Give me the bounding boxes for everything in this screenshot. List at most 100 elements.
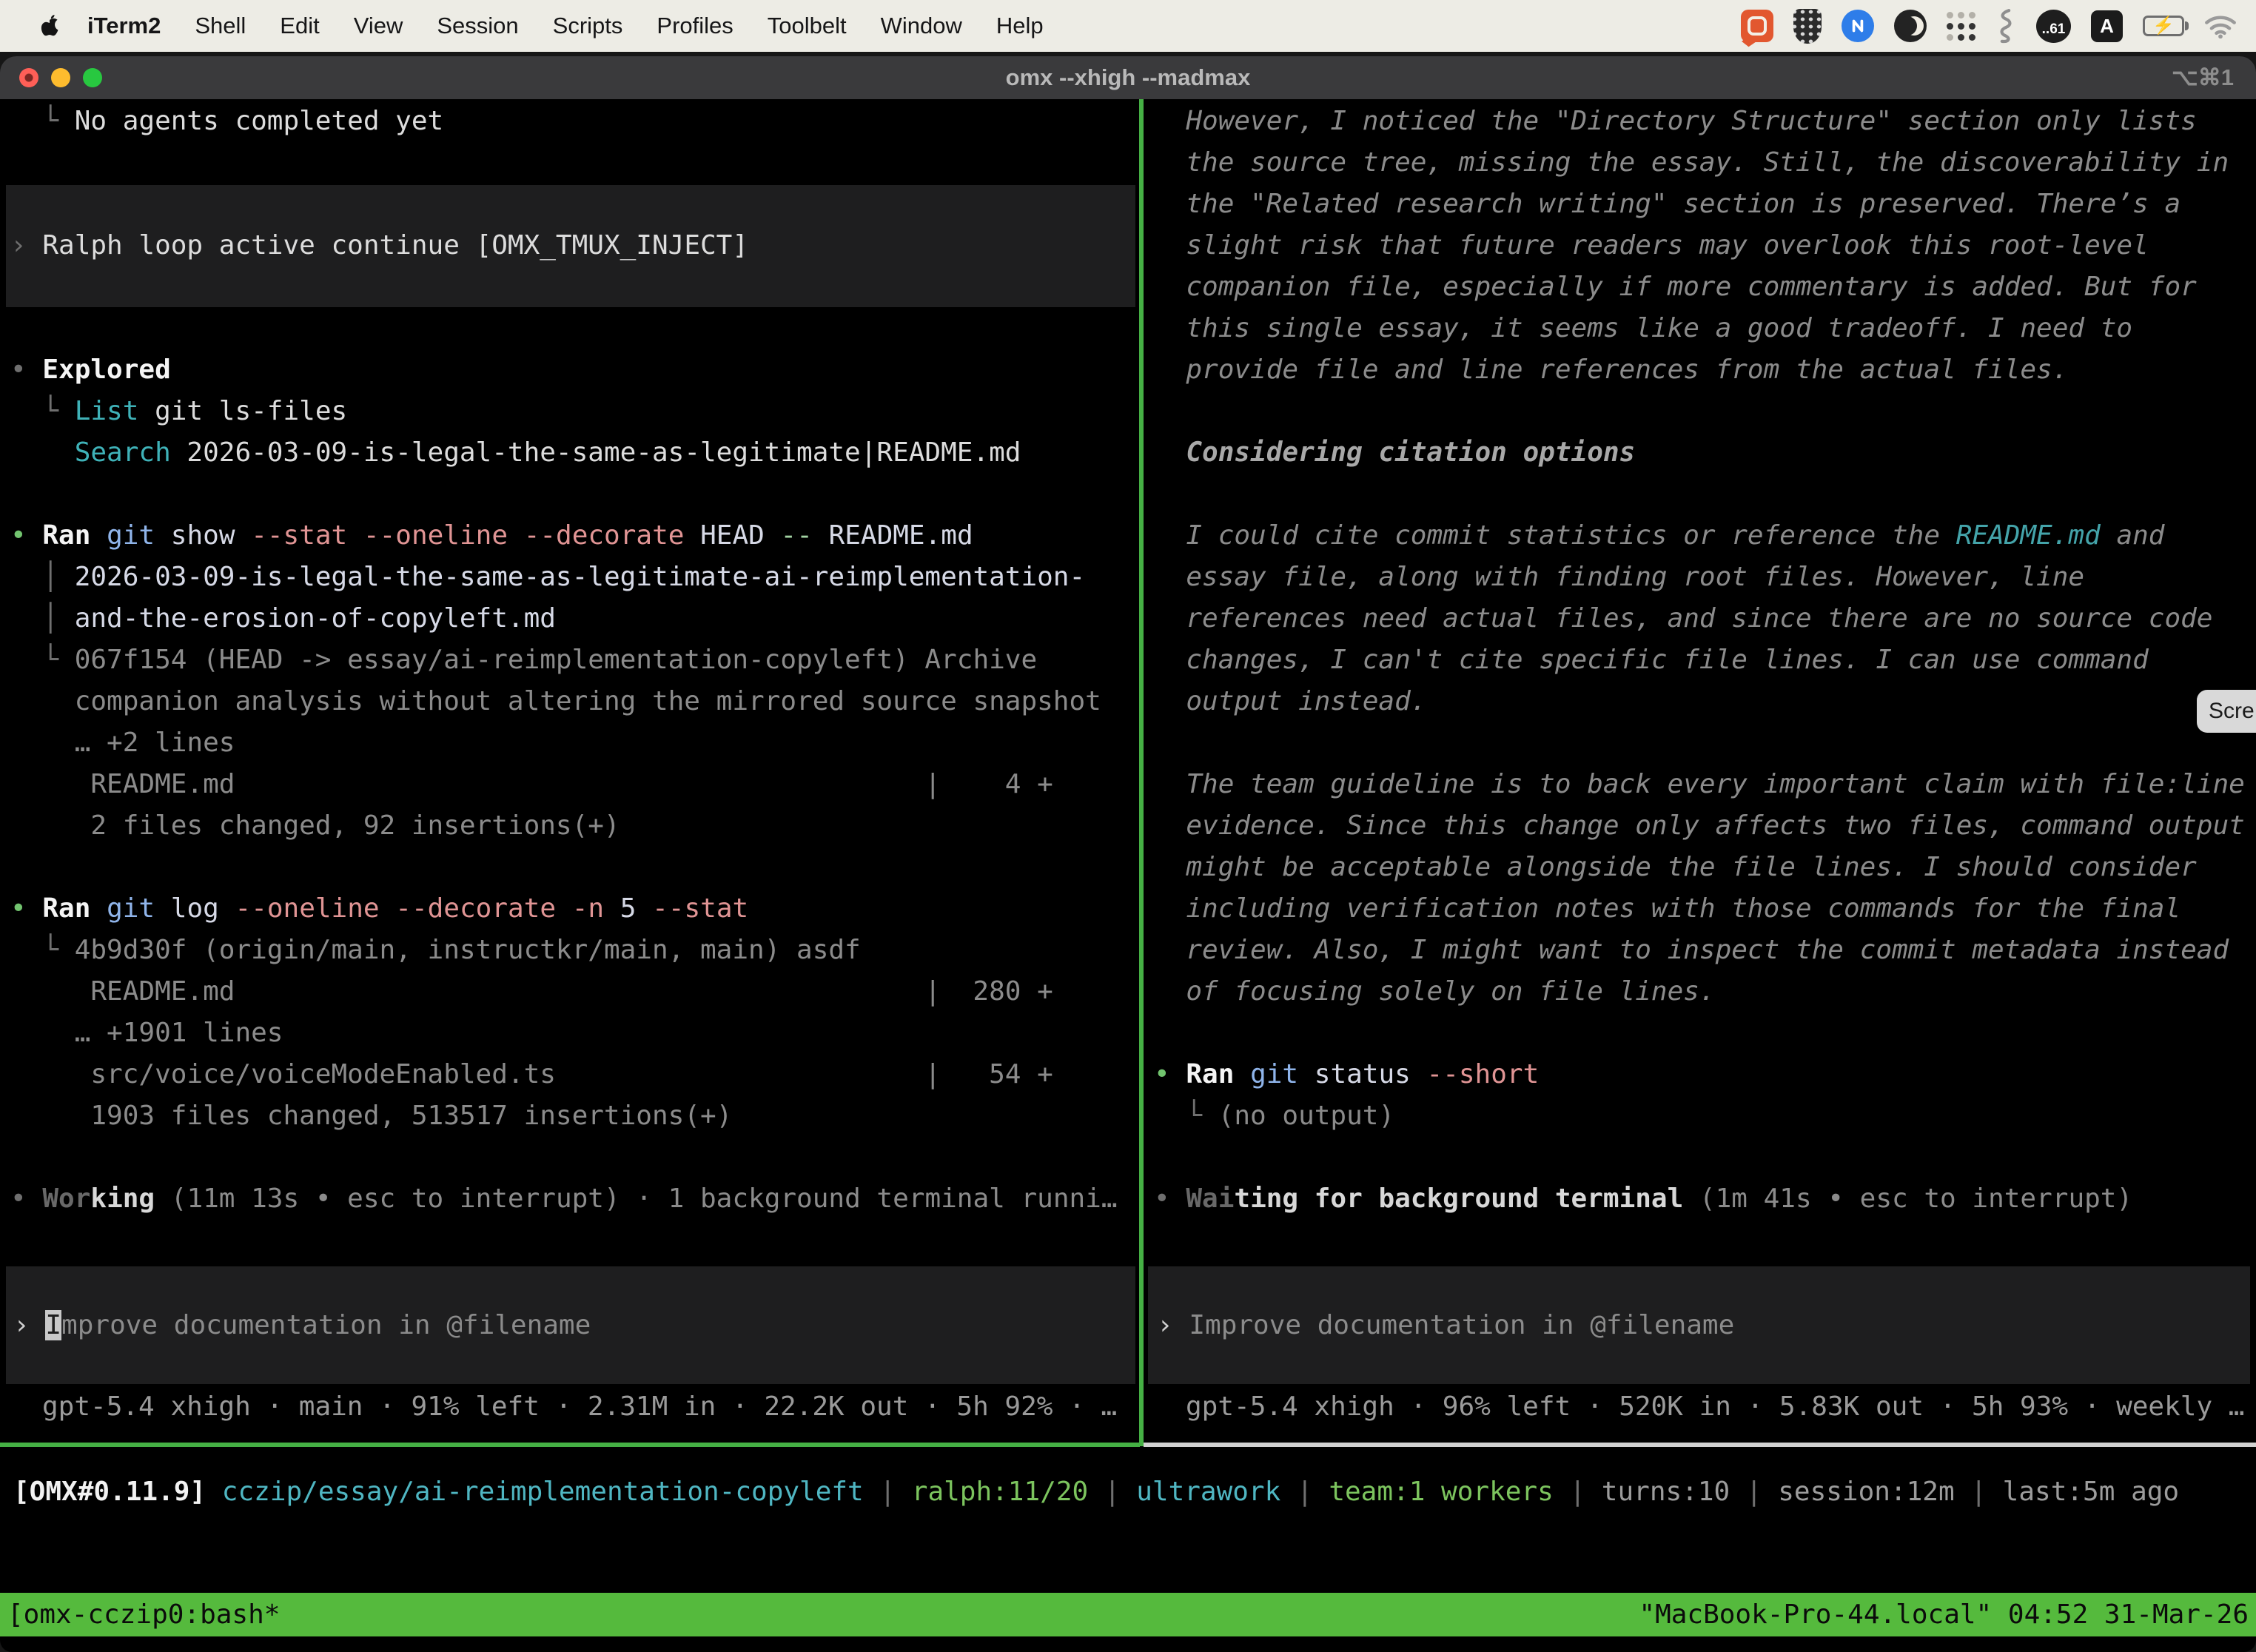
menu-item-session[interactable]: Session (420, 13, 535, 39)
pane-bottom-border-right (1144, 1443, 2256, 1447)
omx-status-segment: turns:10 (1602, 1477, 1730, 1507)
terminal-line: companion analysis without altering the … (10, 681, 1140, 722)
terminal-line: src/voice/voiceModeEnabled.ts | 54 + (10, 1054, 1140, 1095)
menu-bar: iTerm2ShellEditViewSessionScriptsProfile… (0, 0, 2256, 52)
keyboard-layout-icon[interactable]: A (2091, 8, 2123, 44)
prompt-chevron: › (13, 1310, 45, 1340)
omx-status-segment: [OMX#0.11.9] (13, 1477, 206, 1507)
battery-icon[interactable]: ⚡ (2143, 8, 2184, 44)
badge-61-label: ..61 (2036, 10, 2071, 43)
model-status-right: gpt-5.4 xhigh · 96% left · 520K in · 5.8… (1186, 1386, 2244, 1428)
tmux-window-tab[interactable]: [omx-cczip0:bash* (7, 1593, 280, 1636)
omx-status-segment: ultrawork (1136, 1477, 1280, 1507)
menu-item-help[interactable]: Help (979, 13, 1061, 39)
terminal-line: references need actual files, and since … (1154, 598, 2256, 639)
title-bar: omx --xhigh --madmax ⌥⌘1 (0, 56, 2256, 99)
menu-item-toolbelt[interactable]: Toolbelt (751, 13, 864, 39)
hex-badge-icon[interactable] (1842, 8, 1874, 44)
terminal-line: Considering citation options (1154, 432, 2256, 474)
terminal-line: including verification notes with those … (1154, 888, 2256, 930)
prompt-line-right[interactable]: › Improve documentation in @filename (1157, 1305, 1734, 1346)
screen-sharing-overlay-label: Scre (2209, 699, 2255, 724)
terminal-line: evidence. Since this change only affects… (1154, 805, 2256, 847)
squiggle-icon[interactable] (1995, 8, 2016, 44)
terminal-line: └ List git ls-files (10, 391, 1140, 432)
terminal-line: └ 067f154 (HEAD -> essay/ai-reimplementa… (10, 639, 1140, 681)
menu-item-iterm2[interactable]: iTerm2 (61, 13, 178, 39)
terminal-line: • Explored (10, 349, 1140, 391)
terminal-line: might be acceptable alongside the file l… (1154, 847, 2256, 888)
terminal-line: └ (no output) (1154, 1095, 2256, 1137)
omx-status-segment: | (1088, 1477, 1136, 1507)
terminal-pane-left[interactable]: › Improve documentation in @filename gpt… (0, 99, 1140, 1443)
apple-menu-icon[interactable] (38, 13, 61, 39)
terminal-line: │ and-the-erosion-of-copyleft.md (10, 598, 1140, 639)
terminal-line: Search 2026-03-09-is-legal-the-same-as-l… (10, 432, 1140, 474)
terminal-line: └ No agents completed yet (10, 101, 1140, 142)
terminal-line: README.md | 4 + (10, 764, 1140, 805)
menu-item-scripts[interactable]: Scripts (536, 13, 640, 39)
omx-status-segment: | (1554, 1477, 1602, 1507)
terminal-line: › Ralph loop active continue [OMX_TMUX_I… (10, 225, 1140, 266)
window-title: omx --xhigh --madmax (0, 64, 2256, 91)
menu-item-view[interactable]: View (337, 13, 420, 39)
terminal-line: changes, I can't cite specific file line… (1154, 639, 2256, 681)
omx-status-segment: cczip/essay/ai-reimplementation-copyleft (222, 1477, 864, 1507)
terminal-line: • Ran git status --short (1154, 1054, 2256, 1095)
screen-record-icon[interactable] (1741, 8, 1773, 44)
omx-status-segment: | (1280, 1477, 1329, 1507)
omx-status-segment (206, 1477, 222, 1507)
omx-status-segment: | (864, 1477, 912, 1507)
badge-61-icon[interactable]: ..61 (2036, 8, 2071, 44)
terminal-line: │ 2026-03-09-is-legal-the-same-as-legiti… (10, 557, 1140, 598)
tmux-host-clock: "MacBook-Pro-44.local" 04:52 31-Mar-26 (1639, 1593, 2249, 1636)
terminal-line: • Ran git show --stat --oneline --decora… (10, 515, 1140, 557)
window-shortcut-badge: ⌥⌘1 (2172, 64, 2234, 91)
wifi-icon[interactable] (2204, 8, 2237, 44)
apple-logo-icon (38, 13, 61, 39)
terminal-line: • Working (11m 13s • esc to interrupt) ·… (10, 1178, 1140, 1220)
terminal-line: README.md | 280 + (10, 971, 1140, 1013)
terminal-line: 2 files changed, 92 insertions(+) (10, 805, 1140, 847)
dots-grid-icon[interactable] (1947, 8, 1975, 44)
terminal-line: However, I noticed the "Directory Struct… (1154, 101, 2256, 142)
menu-item-profiles[interactable]: Profiles (639, 13, 750, 39)
terminal-line: … +1901 lines (10, 1013, 1140, 1054)
terminal-line: review. Also, I might want to inspect th… (1154, 930, 2256, 971)
terminal-line: • Ran git log --oneline --decorate -n 5 … (10, 888, 1140, 930)
terminal-line: companion file, especially if more comme… (1154, 266, 2256, 308)
terminal-line: essay file, along with finding root file… (1154, 557, 2256, 598)
terminal-line: • Waiting for background terminal (1m 41… (1154, 1178, 2256, 1220)
omx-status-bar: [OMX#0.11.9] cczip/essay/ai-reimplementa… (0, 1468, 2256, 1516)
input-placeholder: mprove documentation in @filename (61, 1310, 591, 1340)
prompt-line-left[interactable]: › Improve documentation in @filename (13, 1305, 591, 1346)
omx-status-segment: | (1955, 1477, 2003, 1507)
text-cursor: I (45, 1310, 61, 1340)
tmux-status-bar: [omx-cczip0:bash* "MacBook-Pro-44.local"… (0, 1593, 2256, 1636)
omx-status-segment: team:1 workers (1329, 1477, 1553, 1507)
terminal-line: slight risk that future readers may over… (1154, 225, 2256, 266)
terminal-line: provide file and line references from th… (1154, 349, 2256, 391)
shield-icon[interactable] (1793, 8, 1822, 44)
model-status-left: gpt-5.4 xhigh · main · 91% left · 2.31M … (42, 1386, 1117, 1428)
terminal-pane-right[interactable]: › Improve documentation in @filename gpt… (1144, 99, 2256, 1443)
menu-items: iTerm2ShellEditViewSessionScriptsProfile… (61, 13, 1061, 39)
menu-status-icons: ..61 A ⚡ (1741, 8, 2237, 44)
keyboard-layout-label: A (2091, 10, 2123, 42)
terminal-line: this single essay, it seems like a good … (1154, 308, 2256, 349)
menu-item-window[interactable]: Window (864, 13, 979, 39)
terminal-line: 1903 files changed, 513517 insertions(+) (10, 1095, 1140, 1137)
terminal-line: of focusing solely on file lines. (1154, 971, 2256, 1013)
screen-sharing-overlay[interactable]: Scre (2197, 690, 2256, 733)
omx-status-segment: last:5m ago (2003, 1477, 2179, 1507)
terminal-line: output instead. (1154, 681, 2256, 722)
omx-status-segment: ralph:11/20 (912, 1477, 1088, 1507)
prompt-chevron: › (1157, 1310, 1189, 1340)
menu-item-edit[interactable]: Edit (263, 13, 336, 39)
terminal-line: … +2 lines (10, 722, 1140, 764)
moon-circle-icon[interactable] (1894, 8, 1927, 44)
terminal-content: › Improve documentation in @filename gpt… (0, 99, 2256, 1443)
input-placeholder: Improve documentation in @filename (1189, 1310, 1734, 1340)
terminal-line: The team guideline is to back every impo… (1154, 764, 2256, 805)
menu-item-shell[interactable]: Shell (178, 13, 263, 39)
